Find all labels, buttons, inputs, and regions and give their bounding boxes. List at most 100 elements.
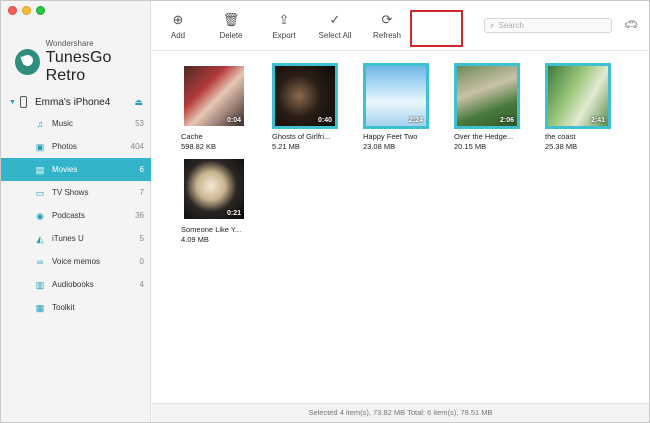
sidebar-item-label: Photos <box>52 142 77 151</box>
export-label: Export <box>272 31 296 40</box>
movie-tile[interactable]: 0:40 Ghosts of Girlfri... 5.21 MB <box>272 63 344 151</box>
movie-tile[interactable]: 0:04 Cache 598.82 KB <box>181 63 253 151</box>
duration-badge: 0:21 <box>226 210 241 217</box>
status-bar: Selected 4 item(s), 73.82 MB Total: 6 it… <box>152 403 649 422</box>
movie-title: Over the Hedge... <box>454 132 514 141</box>
sidebar-item-label: iTunes U <box>52 234 84 243</box>
close-window-button[interactable] <box>8 6 17 15</box>
movie-size: 5.21 MB <box>272 142 300 151</box>
sidebar-item-label: Audiobooks <box>52 280 94 289</box>
sidebar-item-movies[interactable]: ▤ Movies 6 <box>1 158 151 181</box>
movie-thumbnail[interactable]: 2:06 <box>454 63 520 129</box>
search-input[interactable]: ⌕ Search <box>484 18 612 33</box>
graduation-cap-icon: ◭ <box>36 233 44 244</box>
movie-size: 4.09 MB <box>181 235 209 244</box>
car-icon[interactable]: 🚗︎ <box>624 18 638 31</box>
sidebar-item-count: 5 <box>139 234 144 243</box>
minimize-window-button[interactable] <box>22 6 31 15</box>
sidebar-item-music[interactable]: ♫ Music 53 <box>1 112 151 135</box>
sidebar-item-count: 36 <box>135 211 144 220</box>
movie-thumbnail[interactable]: 2:41 <box>545 63 611 129</box>
export-button[interactable]: ⇪ Export <box>258 11 310 40</box>
photo-icon: ▣ <box>35 141 45 152</box>
sidebar-item-label: Toolkit <box>52 303 75 312</box>
brand-company: Wondershare <box>45 39 94 48</box>
sidebar-item-count: 0 <box>139 257 144 266</box>
movie-tile[interactable]: 2:24 Happy Feet Two 23.08 MB <box>363 63 435 151</box>
window-controls <box>8 6 45 15</box>
book-icon: ▥ <box>35 279 45 290</box>
movie-thumbnail[interactable]: 0:21 <box>181 156 247 222</box>
voice-memo-icon: ∞ <box>36 256 44 267</box>
export-highlight-frame <box>410 10 463 47</box>
sidebar-item-count: 4 <box>139 280 144 289</box>
delete-label: Delete <box>219 31 243 40</box>
refresh-icon: ⟳ <box>381 12 393 27</box>
movie-size: 20.15 MB <box>454 142 487 151</box>
app-window: Wondershare TunesGo Retro ▼ Emma's iPhon… <box>0 0 650 423</box>
movie-thumbnail[interactable]: 0:40 <box>272 63 338 129</box>
music-note-icon: ♫ <box>36 118 44 129</box>
movie-title: the coast <box>545 132 576 141</box>
iphone-icon <box>20 96 27 108</box>
sidebar-item-label: Voice memos <box>52 257 101 266</box>
sidebar-item-photos[interactable]: ▣ Photos 404 <box>1 135 151 158</box>
movie-thumbnail[interactable]: 0:04 <box>181 63 247 129</box>
brand: Wondershare TunesGo Retro <box>15 39 150 85</box>
toolbar: ⊕ Add 🗑︎ Delete ⇪ Export ✓ Select All ⟳ … <box>152 1 649 51</box>
sidebar-item-count: 404 <box>130 142 144 151</box>
movie-tile[interactable]: 2:06 Over the Hedge... 20.15 MB <box>454 63 526 151</box>
toolkit-icon: ▦ <box>35 302 45 313</box>
movie-title: Ghosts of Girlfri... <box>272 132 331 141</box>
sidebar-item-label: TV Shows <box>52 188 89 197</box>
movie-size: 25.38 MB <box>545 142 578 151</box>
select-all-label: Select All <box>318 31 352 40</box>
sidebar-item-tv-shows[interactable]: ▭ TV Shows 7 <box>1 181 151 204</box>
duration-badge: 2:24 <box>408 117 423 124</box>
add-label: Add <box>170 31 186 40</box>
movie-tile[interactable]: 2:41 the coast 25.38 MB <box>545 63 617 151</box>
search-placeholder: Search <box>498 21 524 30</box>
check-circle-icon: ✓ <box>329 12 341 27</box>
sidebar: Wondershare TunesGo Retro ▼ Emma's iPhon… <box>1 1 151 422</box>
select-all-button[interactable]: ✓ Select All <box>309 11 361 40</box>
sidebar-item-count: 7 <box>139 188 144 197</box>
sidebar-item-voice-memos[interactable]: ∞ Voice memos 0 <box>1 250 151 273</box>
trash-icon: 🗑︎ <box>222 12 240 27</box>
sidebar-item-label: Movies <box>52 165 78 174</box>
tv-icon: ▭ <box>35 187 45 198</box>
movie-title: Someone Like Y... <box>181 225 242 234</box>
movie-title: Cache <box>181 132 203 141</box>
refresh-button[interactable]: ⟳ Refresh <box>361 11 413 40</box>
zoom-window-button[interactable] <box>36 6 45 15</box>
sidebar-item-label: Music <box>52 119 73 128</box>
add-button[interactable]: ⊕ Add <box>152 11 204 40</box>
refresh-label: Refresh <box>372 31 401 40</box>
movie-thumbnail[interactable]: 2:24 <box>363 63 429 129</box>
duration-badge: 2:41 <box>590 117 605 124</box>
tunesgo-logo-icon <box>15 49 40 75</box>
movie-size: 598.82 KB <box>181 142 217 151</box>
film-icon: ▤ <box>35 164 45 175</box>
sidebar-item-toolkit[interactable]: ▦ Toolkit <box>1 296 151 319</box>
podcast-icon: ◉ <box>36 210 44 221</box>
device-row[interactable]: ▼ Emma's iPhone4 ⏏ <box>9 94 143 110</box>
duration-badge: 0:04 <box>226 117 241 124</box>
duration-badge: 2:06 <box>499 117 514 124</box>
search-icon: ⌕ <box>490 20 495 30</box>
sidebar-item-count: 6 <box>139 165 144 174</box>
export-tray-icon: ⇪ <box>278 12 290 27</box>
movie-title: Happy Feet Two <box>363 132 418 141</box>
eject-icon[interactable]: ⏏ <box>134 97 143 108</box>
sidebar-item-itunes-u[interactable]: ◭ iTunes U 5 <box>1 227 151 250</box>
sidebar-item-podcasts[interactable]: ◉ Podcasts 36 <box>1 204 151 227</box>
expand-triangle-icon[interactable]: ▼ <box>9 99 18 106</box>
duration-badge: 0:40 <box>317 117 332 124</box>
delete-button[interactable]: 🗑︎ Delete <box>205 11 257 40</box>
sidebar-nav: ♫ Music 53 ▣ Photos 404 ▤ Movies 6 ▭ TV Shows 7 ◉ Pod… <box>1 112 151 319</box>
movie-size: 23.08 MB <box>363 142 396 151</box>
movie-tile[interactable]: 0:21 Someone Like Y... 4.09 MB <box>181 156 253 244</box>
sidebar-item-label: Podcasts <box>52 211 85 220</box>
brand-product: TunesGo Retro <box>45 49 112 84</box>
sidebar-item-audiobooks[interactable]: ▥ Audiobooks 4 <box>1 273 151 296</box>
